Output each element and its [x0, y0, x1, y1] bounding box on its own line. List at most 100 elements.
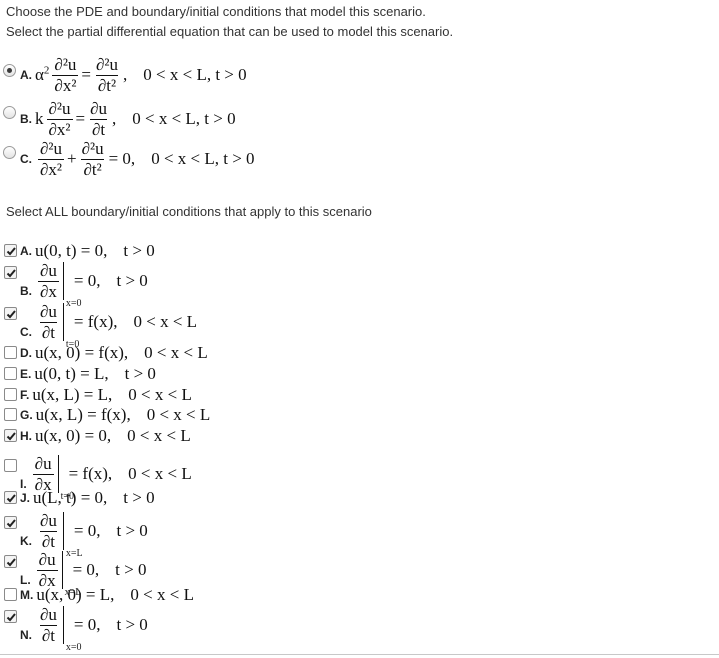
pde-b-coef: k: [35, 109, 44, 129]
condition-domain: 0 < x < L: [133, 312, 198, 332]
pde-letter-b: B.: [20, 112, 32, 127]
condition-checkbox-h[interactable]: [4, 429, 17, 442]
condition-domain: t > 0: [116, 521, 148, 541]
checkmark-icon: [6, 432, 16, 441]
condition-expression: u(x, 0) = 0,: [35, 426, 112, 445]
condition-option-c[interactable]: C. ∂u ∂t t=0 = f(x), 0 < x < L: [20, 302, 198, 351]
condition-letter: J.: [20, 491, 31, 505]
evaluation-bar: x=0: [62, 606, 82, 653]
condition-option-l[interactable]: L. ∂u ∂x x=L = 0, t > 0: [20, 550, 146, 599]
pde-option-c[interactable]: C. ∂²u ∂x² + ∂²u ∂t² = 0, 0 < x < L, t > 0: [20, 140, 255, 179]
condition-letter: K.: [20, 534, 32, 548]
pde-a-domain: 0 < x < L, t > 0: [143, 65, 247, 85]
condition-domain: 0 < x < L: [128, 464, 192, 484]
condition-expression: u(x, L) = L,: [32, 385, 113, 404]
pde-c-eq: = 0,: [108, 149, 136, 169]
condition-option-h[interactable]: H. u(x, 0) = 0, 0 < x < L: [20, 426, 191, 446]
checkmark-icon: [6, 269, 16, 278]
condition-domain: t > 0: [116, 615, 148, 635]
condition-option-j[interactable]: J. u(L, t) = 0, t > 0: [20, 488, 155, 508]
condition-letter: E.: [20, 367, 32, 381]
instruction-line-1: Choose the PDE and boundary/initial cond…: [6, 4, 426, 19]
condition-option-e[interactable]: E. u(0, t) = L, t > 0: [20, 364, 156, 384]
condition-checkbox-l[interactable]: [4, 555, 17, 568]
pde-a-lhs: ∂²u ∂x²: [52, 55, 79, 95]
checkmark-icon: [6, 519, 16, 528]
evaluation-bar: x=0: [62, 262, 82, 309]
condition-derivative: ∂u ∂x: [36, 550, 58, 590]
condition-checkbox-d[interactable]: [4, 346, 17, 359]
condition-domain: 0 < x < L: [144, 343, 208, 362]
condition-checkbox-k[interactable]: [4, 516, 17, 529]
condition-rhs: = f(x),: [73, 312, 118, 332]
condition-rhs: = f(x),: [68, 464, 113, 484]
divider: [0, 654, 719, 655]
condition-letter: M.: [20, 588, 34, 602]
condition-checkbox-e[interactable]: [4, 367, 17, 380]
condition-checkbox-i[interactable]: [4, 459, 17, 472]
condition-option-d[interactable]: D. u(x, 0) = f(x), 0 < x < L: [20, 343, 208, 363]
condition-derivative: ∂u ∂t: [39, 511, 58, 551]
condition-expression: u(x, L) = f(x),: [35, 405, 131, 424]
condition-letter: F.: [20, 388, 30, 402]
condition-checkbox-b[interactable]: [4, 266, 17, 279]
condition-expression: u(x, 0) = f(x),: [35, 343, 129, 362]
condition-checkbox-c[interactable]: [4, 307, 17, 320]
evaluation-subscript: x=0: [65, 642, 82, 654]
pde-b-op: =: [75, 109, 86, 129]
pde-radio-c[interactable]: [3, 146, 16, 159]
condition-rhs: = 0,: [73, 521, 101, 541]
condition-rhs: = 0,: [72, 560, 100, 580]
pde-letter-c: C.: [20, 152, 32, 167]
condition-derivative: ∂u ∂x: [38, 261, 59, 301]
condition-letter: D.: [20, 346, 32, 360]
instruction-line-2: Select the partial differential equation…: [6, 24, 454, 39]
pde-b-lhs: ∂²u ∂x²: [46, 99, 73, 139]
condition-checkbox-a[interactable]: [4, 244, 17, 257]
condition-letter: H.: [20, 429, 32, 443]
condition-domain: t > 0: [123, 488, 155, 507]
condition-domain: 0 < x < L: [128, 385, 192, 404]
evaluation-bar: x=L: [62, 512, 83, 559]
condition-letter: G.: [20, 408, 33, 422]
condition-checkbox-m[interactable]: [4, 588, 17, 601]
condition-option-b[interactable]: B. ∂u ∂x x=0 = 0, t > 0: [20, 261, 148, 310]
condition-option-a[interactable]: A. u(0, t) = 0, t > 0: [20, 241, 155, 261]
condition-checkbox-j[interactable]: [4, 491, 17, 504]
pde-option-b[interactable]: B. k ∂²u ∂x² = ∂u ∂t , 0 < x < L, t > 0: [20, 100, 236, 139]
condition-domain: 0 < x < L: [130, 585, 194, 604]
pde-c-domain: 0 < x < L, t > 0: [151, 149, 255, 169]
condition-checkbox-f[interactable]: [4, 388, 17, 401]
condition-checkbox-g[interactable]: [4, 408, 17, 421]
pde-b-domain: 0 < x < L, t > 0: [132, 109, 236, 129]
condition-derivative: ∂u ∂t: [39, 302, 58, 342]
condition-domain: 0 < x < L: [127, 426, 191, 445]
condition-letter: B.: [20, 284, 32, 298]
checkmark-icon: [6, 494, 16, 503]
pde-radio-a[interactable]: [3, 64, 16, 77]
pde-radio-b[interactable]: [3, 106, 16, 119]
condition-letter: C.: [20, 325, 32, 339]
condition-expression: u(0, t) = 0,: [35, 241, 108, 260]
pde-option-a[interactable]: A. α2 ∂²u ∂x² = ∂²u ∂t² , 0 < x < L, t > 0: [20, 56, 247, 95]
evaluation-bar: t=0: [62, 303, 79, 350]
checkmark-icon: [6, 310, 16, 319]
pde-c-lhs: ∂²u ∂x²: [38, 139, 64, 179]
condition-option-g[interactable]: G. u(x, L) = f(x), 0 < x < L: [20, 405, 210, 425]
condition-option-m[interactable]: M. u(x, 0) = L, 0 < x < L: [20, 585, 194, 605]
pde-c-op: +: [67, 149, 77, 169]
pde-a-coef: α2: [35, 64, 50, 85]
pde-b-rhs: ∂u ∂t: [89, 99, 108, 139]
pde-a-rhs: ∂²u ∂t²: [95, 55, 119, 95]
condition-expression: u(0, t) = L,: [34, 364, 109, 383]
condition-rhs: = 0,: [73, 615, 101, 635]
condition-option-f[interactable]: F. u(x, L) = L, 0 < x < L: [20, 385, 192, 405]
condition-letter: N.: [20, 628, 32, 642]
condition-domain: t > 0: [123, 241, 155, 260]
condition-checkbox-n[interactable]: [4, 610, 17, 623]
condition-option-k[interactable]: K. ∂u ∂t x=L = 0, t > 0: [20, 511, 148, 560]
checkmark-icon: [6, 613, 16, 622]
condition-option-n[interactable]: N. ∂u ∂t x=0 = 0, t > 0: [20, 606, 148, 654]
pde-c-rhs: ∂²u ∂t²: [81, 139, 104, 179]
condition-rhs: = 0,: [73, 271, 101, 291]
